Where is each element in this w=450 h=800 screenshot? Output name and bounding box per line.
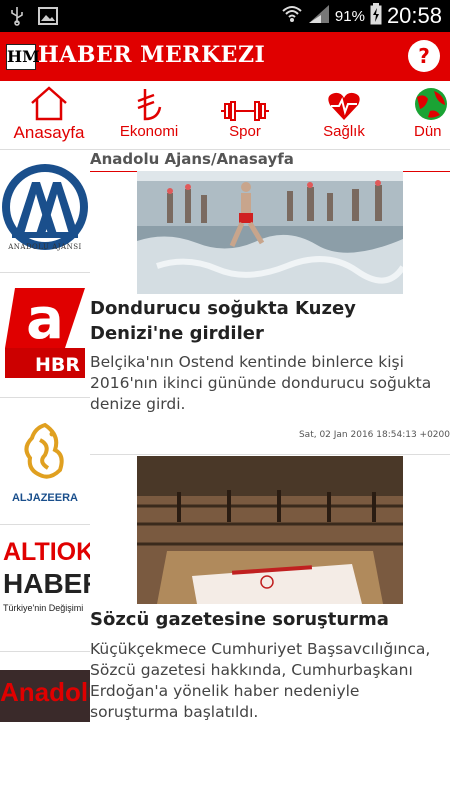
dumbbell-icon (206, 81, 284, 121)
battery-icon (370, 3, 382, 29)
globe-icon (414, 81, 450, 121)
category-tabs: Anasayfa Ekonomi Spor Sağlık Dün (0, 81, 450, 150)
courtroom-photo (137, 456, 403, 604)
wifi-icon (281, 4, 303, 28)
source-caption: ANADOLU AJANSI (8, 243, 82, 251)
tab-spor[interactable]: Spor (206, 81, 284, 149)
heart-pulse-icon (305, 81, 383, 121)
article-summary: Küçükçekmece Cumhuriyet Başsavcılığınca,… (90, 640, 431, 721)
tab-dunya[interactable]: Dün (414, 81, 450, 149)
image-icon (38, 7, 58, 29)
aljazeera-logo (24, 422, 64, 479)
tab-saglik[interactable]: Sağlık (305, 81, 383, 149)
status-bar: 91% 20:58 (0, 0, 450, 32)
source-aljazeera[interactable]: ALJAZEERA (0, 398, 90, 525)
article-headline[interactable]: Dondurucu soğukta Kuzey Denizi'ne girdil… (90, 296, 445, 346)
source-caption: ALJAZEERA (11, 492, 78, 504)
app-logo: HM (6, 44, 40, 70)
battery-percent: 91% (334, 7, 365, 25)
app-title: HABER MERKEZI (38, 42, 266, 68)
altiok-logo-line2: HABER (3, 568, 90, 599)
help-button[interactable]: ? (408, 40, 440, 72)
tab-label: Sağlık (323, 123, 365, 140)
tab-ekonomi[interactable]: Ekonomi (110, 81, 188, 149)
source-a-haber[interactable]: a HBR (0, 273, 90, 398)
tab-label: Ekonomi (119, 123, 179, 140)
anadolu-ajansi-logo (2, 164, 88, 250)
tab-label: Anasayfa (13, 123, 85, 142)
article-photo[interactable] (137, 456, 403, 604)
news-feed: Anadolu Ajans/Anasayfa Dondurucu soğukta… (90, 149, 450, 722)
lira-icon (110, 81, 188, 121)
source-caption: HBR (35, 354, 81, 376)
app-bar: HM HABER MERKEZI ? (0, 32, 450, 81)
usb-icon (10, 6, 24, 30)
tab-label: Spor (229, 123, 261, 140)
source-altiok-haber[interactable]: ALTIOK HABER Türkiye'nin Değişimi (0, 525, 90, 652)
source-anadolu-ajansi[interactable]: ANADOLU AJANSI (0, 160, 90, 273)
clock: 20:58 (386, 3, 442, 28)
tab-anasayfa[interactable]: Anasayfa (10, 81, 88, 149)
article-summary: Belçika'nın Ostend kentinde binlerce kiş… (90, 353, 432, 413)
article-divider (90, 454, 450, 455)
article-photo[interactable] (137, 171, 403, 294)
anadolu-logo-text: Anadolu (0, 677, 90, 707)
source-anadolu[interactable]: Anadolu (0, 652, 90, 722)
altiok-logo-line1: ALTIOK (3, 538, 90, 566)
svg-text:a: a (26, 288, 64, 352)
signal-icon (308, 4, 330, 28)
home-icon (10, 81, 88, 121)
article-headline[interactable]: Sözcü gazetesine soruşturma (90, 607, 445, 632)
feed-section-title: Anadolu Ajans/Anasayfa (90, 149, 450, 172)
altiok-tagline: Türkiye'nin Değişimi (3, 603, 84, 613)
tab-label: Dün (414, 123, 442, 140)
article-timestamp: Sat, 02 Jan 2016 18:54:13 +0200 (298, 430, 450, 440)
sea-swimmers-photo (137, 171, 403, 294)
news-sources-list: ANADOLU AJANSI a HBR ALJAZEERA ALTIOK HA… (0, 160, 90, 722)
